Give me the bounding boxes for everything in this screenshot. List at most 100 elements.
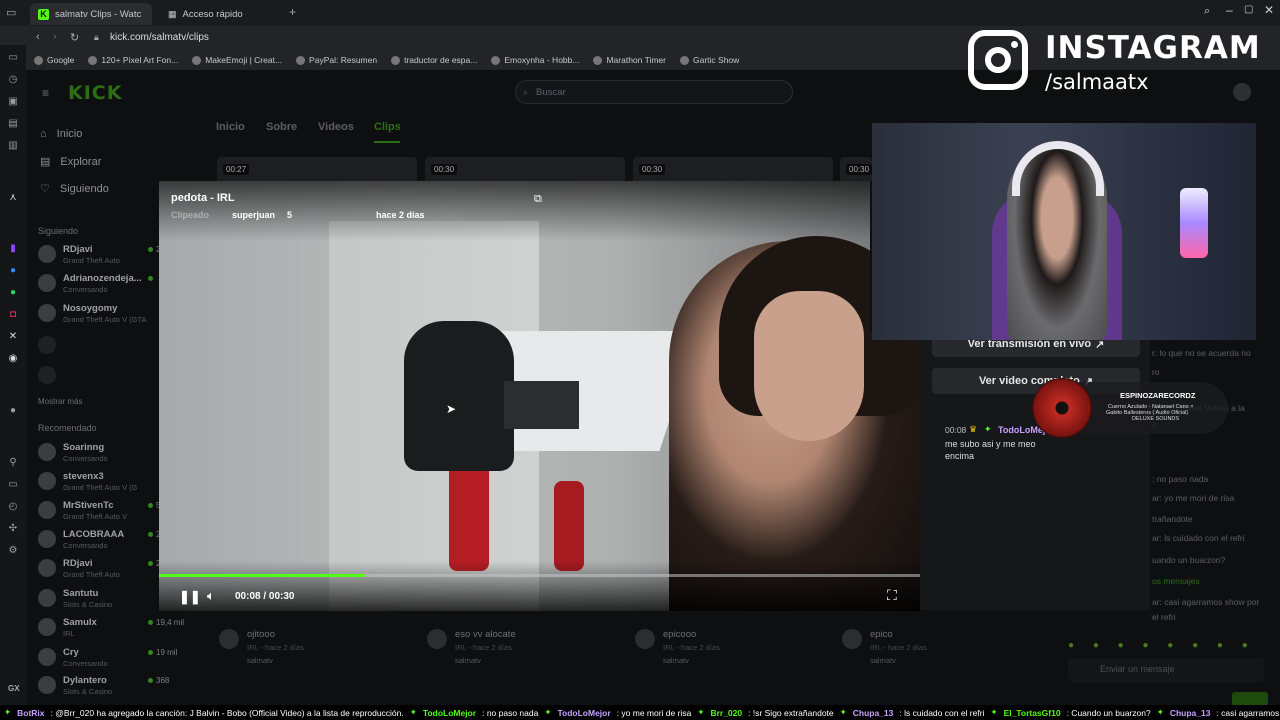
channel-name: Soarinng (63, 442, 105, 453)
bookmark-item[interactable]: Gartic Show (680, 55, 739, 65)
instagram-rail-icon[interactable]: ◘ (6, 309, 20, 321)
open-external-icon[interactable]: ⧉ (534, 193, 542, 206)
sidebar-channel[interactable]: Samulx IRL 19,4 mil (38, 616, 184, 642)
sidebar-icon[interactable]: ▭ (6, 52, 20, 64)
x-icon[interactable]: ✕ (6, 331, 20, 343)
search-input[interactable]: ⌕ Buscar (515, 80, 793, 104)
sidebar-channel[interactable]: stevenx3 Grand Theft Auto V (G (38, 470, 162, 496)
user-avatar[interactable] (1233, 83, 1251, 101)
sidebar-channel-offline[interactable] (38, 334, 162, 360)
chat-line: ar: ls cuidado con el refri (1152, 533, 1245, 543)
messenger-icon[interactable]: ● (6, 265, 20, 277)
tab-clips[interactable]: Clips (374, 121, 401, 133)
bookmark-item[interactable]: MakeEmoji | Creat... (192, 55, 282, 65)
viewer-count: 368 (148, 676, 169, 685)
gamepad-icon[interactable]: ▭ (6, 479, 20, 491)
bookmark-item[interactable]: traductor de espa... (391, 55, 477, 65)
fullscreen-icon[interactable]: ⛶ (887, 587, 897, 604)
search-tabs-icon[interactable]: ⌕ (1204, 5, 1210, 18)
kick-rail-icon[interactable]: ⋏ (6, 192, 20, 204)
forward-button[interactable]: › (53, 31, 57, 43)
sidebar-channel[interactable]: Santutu Slots & Casino (38, 587, 162, 613)
pin-icon[interactable]: ⚲ (6, 457, 20, 469)
bookmark-item[interactable]: Emoxynha - Hobb... (491, 55, 579, 65)
badge-icon: ✦ (697, 707, 705, 717)
sidebar-channel[interactable]: Dylantero Slots & Casino 368 (38, 674, 169, 700)
sidebar-channel[interactable]: RDjaviGrand Theft Auto2 (38, 243, 162, 269)
kick-logo[interactable]: KICK (68, 82, 122, 104)
close-window-button[interactable]: ✕ (1264, 3, 1274, 17)
browser-menu-icon[interactable]: ▭ (6, 6, 16, 19)
bookmark-item[interactable]: Marathon Timer (593, 55, 666, 65)
clip-meta: IRL - hace 2 días (247, 643, 304, 652)
settings-icon[interactable]: ⚙ (6, 545, 20, 557)
discord-icon[interactable]: ◉ (6, 353, 20, 365)
back-button[interactable]: ‹ (36, 31, 40, 43)
hamburger-menu-icon[interactable]: ≡ (42, 86, 49, 100)
clip-meta: IRL - hace 2 días (870, 643, 927, 652)
nav-siguiendo[interactable]: ♡ Siguiendo (40, 182, 109, 196)
sidebar-channel[interactable]: MrStivenTcGrand Theft Auto V5 (38, 499, 162, 525)
clipper-name[interactable]: superjuan (232, 210, 275, 220)
tab-acceso-rapido[interactable]: ▦ Acceso rápido (160, 3, 280, 25)
chat-ticker: ✦ BotRix: @Brr_020 ha agregado la canción… (0, 705, 1280, 720)
puzzle-icon[interactable]: ✣ (6, 523, 20, 535)
channel-category: Grand Theft Auto V (GTA (63, 315, 147, 324)
sidebar-channel[interactable]: Soarinng Conversando (38, 441, 162, 467)
tab-videos[interactable]: Videos (318, 121, 354, 133)
nav-inicio[interactable]: ⌂ Inicio (40, 128, 82, 140)
bookmark-favicon-icon (491, 55, 501, 65)
badge-icon: ✦ (1156, 707, 1164, 717)
sub-badge-icon: ✦ (984, 424, 992, 434)
mail-icon[interactable]: ▥ (6, 140, 20, 152)
duration-badge: 00:30 (639, 164, 666, 175)
recommended-heading: Recomendado (38, 423, 97, 433)
channel-name: MrStivenTc (63, 500, 114, 511)
bookmark-favicon-icon (192, 55, 202, 65)
volume-icon[interactable]: 🔈︎ (207, 588, 215, 604)
avatar (38, 366, 56, 384)
badge-icon: ✦ (839, 707, 847, 717)
maximize-button[interactable]: ▢ (1244, 4, 1253, 15)
minimize-button[interactable]: – (1226, 3, 1233, 17)
sidebar-channel[interactable]: Nosoygomy Grand Theft Auto V (GTA (38, 302, 162, 328)
clip-video-player[interactable] (159, 181, 923, 611)
box-icon[interactable]: ▣ (6, 96, 20, 108)
sidebar-channel[interactable]: RDjaviGrand Theft Auto2 (38, 557, 162, 583)
sidebar-channel[interactable]: Adrianozendeja... Conversando (38, 272, 162, 298)
sidebar-channel[interactable]: Cry Conversando 19 mil (38, 646, 177, 672)
chat-input[interactable]: Enviar un mensaje (1068, 658, 1264, 682)
channel-category: Grand Theft Auto (63, 256, 120, 265)
tab-clips[interactable]: K salmatv Clips - Watch (30, 3, 152, 25)
search-placeholder: Buscar (536, 86, 566, 98)
sidebar-channel[interactable]: LACOBRAAAConversando2 (38, 528, 162, 554)
bookmark-item[interactable]: 120+ Pixel Art Fon... (88, 55, 178, 65)
pause-button[interactable]: ❚❚ (179, 589, 201, 605)
tab-label: Acceso rápido (182, 8, 243, 20)
player-icon[interactable]: ● (6, 405, 20, 417)
bookmark-item[interactable]: PayPal: Resumen (296, 55, 377, 65)
ticker-message: : !sr Sigo extrañandote (748, 707, 834, 718)
avatar (427, 629, 447, 649)
chat-send-button[interactable] (1232, 692, 1268, 706)
notes-icon[interactable]: ▤ (6, 118, 20, 130)
bookmark-label: Marathon Timer (606, 55, 666, 65)
channel-name: stevenx3 (63, 471, 104, 482)
url-field[interactable]: kick.com/salmatv/clips (110, 32, 209, 43)
bookmark-item[interactable]: Google (34, 55, 74, 65)
twitch-icon[interactable]: ▮ (6, 243, 20, 255)
new-tab-button[interactable]: + (289, 5, 296, 19)
tab-label: salmatv Clips - Watch (55, 8, 141, 20)
nav-label: Inicio (56, 128, 83, 140)
tab-sobre[interactable]: Sobre (266, 121, 297, 133)
clock-icon[interactable]: ◴ (6, 501, 20, 513)
nav-explorar[interactable]: ▤ Explorar (40, 155, 101, 169)
avatar (38, 336, 56, 354)
tab-inicio[interactable]: Inicio (216, 121, 245, 133)
clip-title: pedota - IRL (171, 192, 235, 204)
history-icon[interactable]: ◷ (6, 74, 20, 86)
reload-button[interactable]: ↻ (70, 31, 79, 44)
whatsapp-icon[interactable]: ● (6, 287, 20, 299)
sidebar-channel-offline[interactable] (38, 364, 162, 390)
show-more-link[interactable]: Mostrar más (38, 397, 82, 406)
